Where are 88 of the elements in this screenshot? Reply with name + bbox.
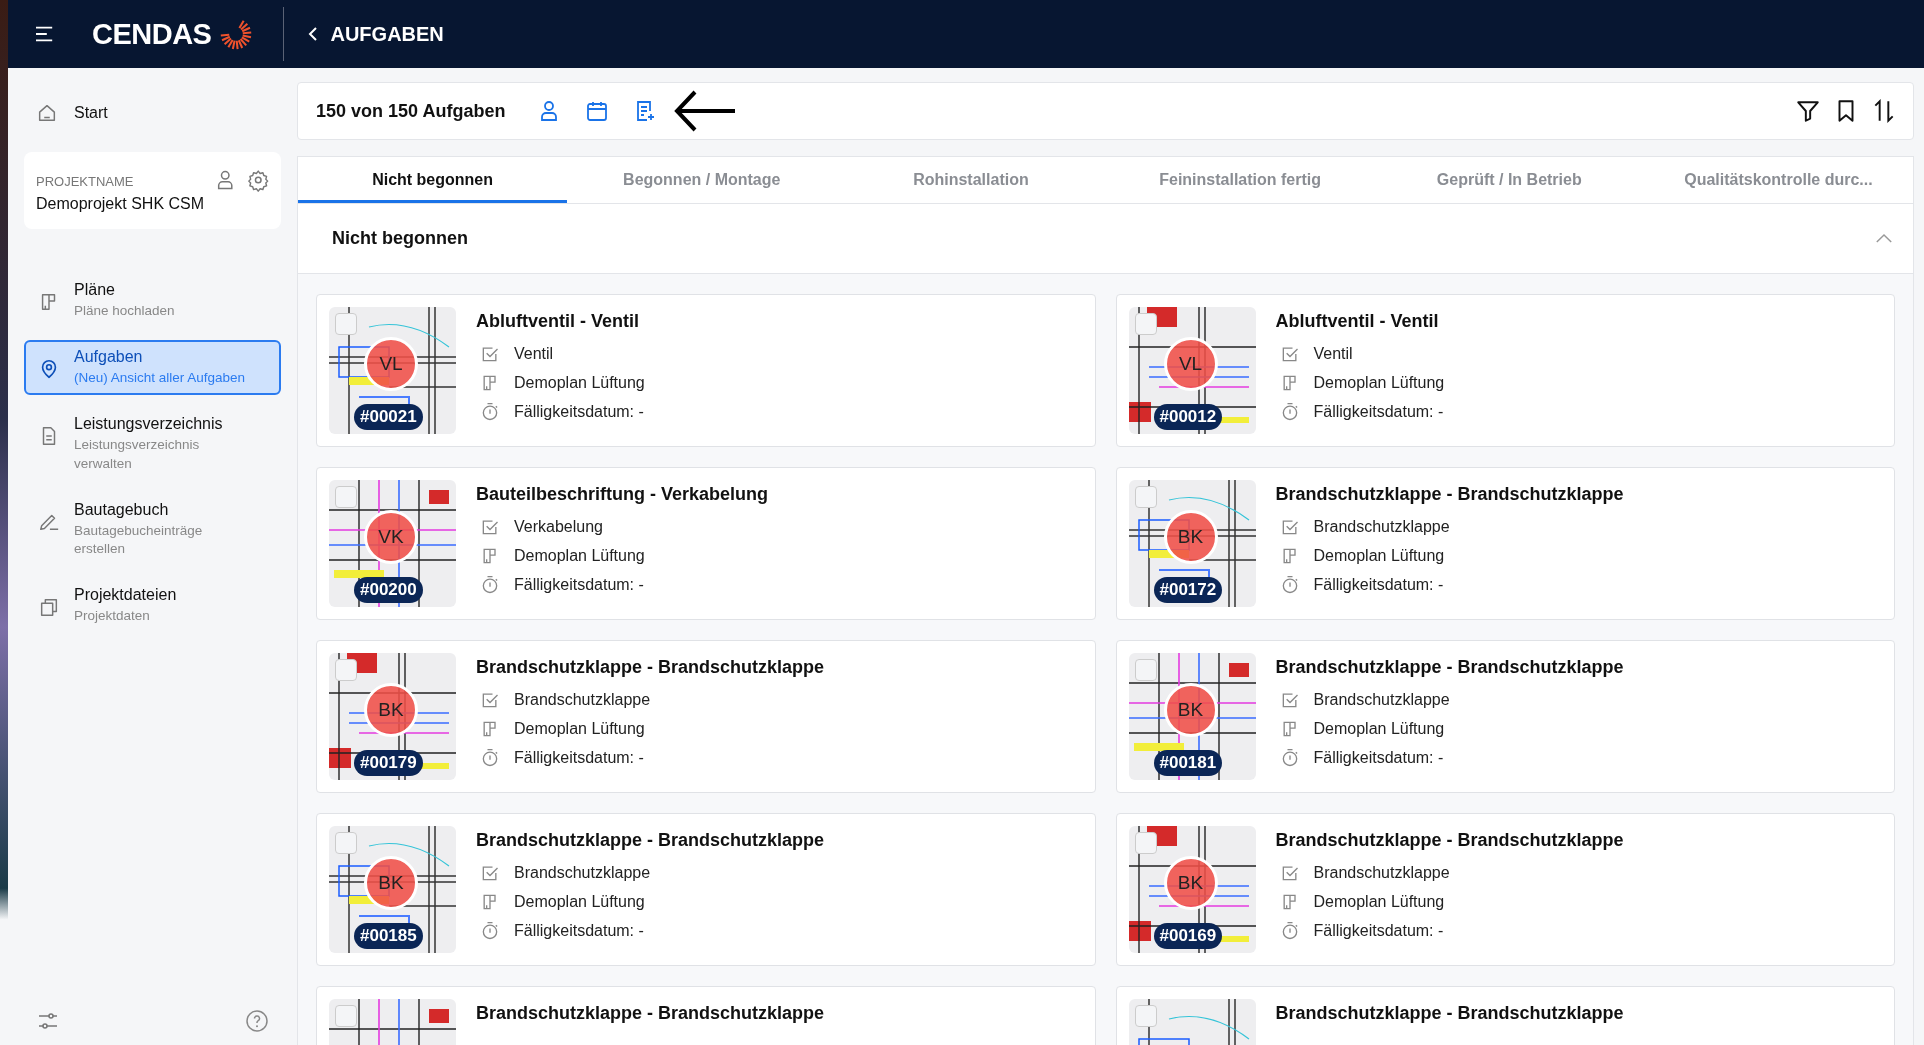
checkbox[interactable] bbox=[335, 832, 357, 854]
due-date: Fälligkeitsdatum: - bbox=[1313, 576, 1444, 594]
checkbox[interactable] bbox=[1134, 313, 1157, 335]
timer-icon bbox=[480, 748, 500, 768]
timer-icon bbox=[480, 575, 500, 595]
due-date: Fälligkeitsdatum: - bbox=[1313, 922, 1444, 940]
calendar-icon[interactable] bbox=[585, 99, 610, 123]
nav-item[interactable]: Leistungsverzeichnis Leistungsverzeichnis verwalten bbox=[24, 407, 281, 481]
task-number: #00169 bbox=[1153, 923, 1223, 949]
plan-name: Demoplan Lüftung bbox=[514, 720, 645, 738]
back-button[interactable]: AUFGABEN bbox=[308, 22, 444, 46]
home-icon bbox=[36, 102, 58, 124]
nav-item[interactable]: Projektdateien Projektdaten bbox=[24, 578, 281, 634]
task-category: Brandschutzklappe bbox=[1313, 864, 1450, 882]
plan-name: Demoplan Lüftung bbox=[1313, 893, 1445, 911]
logo-text[interactable]: CENDAS bbox=[92, 17, 212, 51]
due-date: Fälligkeitsdatum: - bbox=[514, 749, 644, 767]
task-number: #00021 bbox=[354, 404, 423, 430]
task-title: Brandschutzklappe - Brandschutzklappe bbox=[1275, 484, 1624, 505]
start-nav-item[interactable]: Start bbox=[24, 92, 281, 134]
help-icon[interactable] bbox=[245, 1009, 269, 1033]
plan-name: Demoplan Lüftung bbox=[514, 893, 645, 911]
checkbox[interactable] bbox=[1134, 659, 1157, 681]
task-category: Brandschutzklappe bbox=[1313, 691, 1450, 709]
nav-item[interactable]: Aufgaben (Neu) Ansicht aller Aufgaben bbox=[24, 340, 281, 396]
arrow-icon bbox=[673, 89, 738, 133]
task-card[interactable]: BK #00172 Brandschutzklappe - Brandschutzklappe Brandschutzklappe Demoplan Lüftung Fälligkeitsdatum: - bbox=[1115, 467, 1895, 620]
task-card[interactable]: VK #00200 Bauteilbeschriftung - Verkabelung Verkabelung Demoplan Lüftung Fälligkeitsdatum: - bbox=[316, 467, 1096, 620]
task-category: Ventil bbox=[1313, 345, 1353, 363]
task-card[interactable]: VL #00021 Abluftventil - Ventil Ventil Demoplan Lüftung Fälligkeitsdatum: - bbox=[316, 294, 1096, 447]
checkbox[interactable] bbox=[335, 1005, 357, 1027]
task-title: Brandschutzklappe - Brandschutzklappe bbox=[1275, 657, 1624, 678]
task-card[interactable]: BK #00179 Brandschutzklappe - Brandschutzklappe Brandschutzklappe Demoplan Lüftung Fälligkeitsdatum: - bbox=[316, 640, 1096, 793]
filter-icon[interactable] bbox=[1795, 98, 1821, 124]
task-title: Abluftventil - Ventil bbox=[1275, 311, 1440, 332]
task-number: #00179 bbox=[354, 750, 423, 776]
timer-icon bbox=[480, 921, 500, 941]
task-title: Brandschutzklappe - Brandschutzklappe bbox=[476, 1003, 825, 1024]
checkbox[interactable] bbox=[1134, 1005, 1157, 1027]
task-number: #00012 bbox=[1153, 404, 1223, 430]
due-date: Fälligkeitsdatum: - bbox=[1313, 749, 1444, 767]
task-title: Brandschutzklappe - Brandschutzklappe bbox=[1275, 1003, 1624, 1024]
checkbox[interactable] bbox=[1134, 486, 1157, 508]
chevron-left-icon bbox=[308, 26, 319, 42]
project-label: PROJEKTNAME bbox=[36, 174, 135, 189]
section-title: Nicht begonnen bbox=[332, 228, 468, 249]
task-number: #00185 bbox=[354, 923, 423, 949]
task-number: #00200 bbox=[354, 577, 423, 603]
task-category: Brandschutzklappe bbox=[514, 864, 651, 882]
task-count: 150 von 150 Aufgaben bbox=[316, 100, 506, 122]
task-title: Brandschutzklappe - Brandschutzklappe bbox=[1275, 830, 1624, 851]
task-category: Brandschutzklappe bbox=[1313, 518, 1450, 536]
nav-item[interactable]: Bautagebuch Bautagebucheinträge erstellen bbox=[24, 492, 281, 567]
plan-name: Demoplan Lüftung bbox=[514, 374, 645, 392]
due-date: Fälligkeitsdatum: - bbox=[514, 922, 644, 940]
task-card[interactable]: Brandschutzklappe - Brandschutzklappe bbox=[316, 986, 1096, 1045]
task-number: #00172 bbox=[1153, 577, 1223, 603]
task-card[interactable]: BK #00185 Brandschutzklappe - Brandschutzklappe Brandschutzklappe Demoplan Lüftung Fälligkeitsdatum: - bbox=[316, 813, 1096, 966]
files-icon bbox=[38, 596, 60, 619]
checkbox[interactable] bbox=[335, 486, 357, 508]
section-header[interactable]: Nicht begonnen bbox=[298, 204, 1913, 274]
task-title: Brandschutzklappe - Brandschutzklappe bbox=[476, 830, 825, 851]
checkbox[interactable] bbox=[1134, 832, 1157, 854]
task-title: Abluftventil - Ventil bbox=[476, 311, 640, 332]
plan-name: Demoplan Lüftung bbox=[1313, 720, 1445, 738]
plan-name: Demoplan Lüftung bbox=[1313, 547, 1445, 565]
due-date: Fälligkeitsdatum: - bbox=[514, 403, 644, 421]
checkbox[interactable] bbox=[335, 659, 357, 681]
timer-icon bbox=[480, 402, 500, 422]
task-category: Brandschutzklappe bbox=[514, 691, 651, 709]
task-card[interactable]: BK #00181 Brandschutzklappe - Brandschutzklappe Brandschutzklappe Demoplan Lüftung Fälligkeitsdatum: - bbox=[1115, 640, 1895, 793]
project-name: Demoprojekt SHK CSM bbox=[36, 195, 205, 213]
due-date: Fälligkeitsdatum: - bbox=[514, 576, 644, 594]
task-title: Brandschutzklappe - Brandschutzklappe bbox=[476, 657, 825, 678]
chevron-up-icon[interactable] bbox=[1875, 233, 1893, 244]
task-card[interactable]: VL #00012 Abluftventil - Ventil Ventil Demoplan Lüftung Fälligkeitsdatum: - bbox=[1115, 294, 1895, 447]
due-date: Fälligkeitsdatum: - bbox=[1313, 403, 1444, 421]
task-title: Bauteilbeschriftung - Verkabelung bbox=[476, 484, 769, 505]
nav-item[interactable]: Pläne Pläne hochladen bbox=[24, 273, 281, 329]
plan-name: Demoplan Lüftung bbox=[514, 547, 645, 565]
settings-icon[interactable] bbox=[246, 168, 269, 192]
task-number: #00181 bbox=[1153, 750, 1223, 776]
task-card[interactable]: BK #00169 Brandschutzklappe - Brandschutzklappe Brandschutzklappe Demoplan Lüftung Fälligkeitsdatum: - bbox=[1115, 813, 1895, 966]
task-category: Verkabelung bbox=[514, 518, 603, 536]
task-card[interactable]: Brandschutzklappe - Brandschutzklappe bbox=[1115, 986, 1895, 1045]
task-category: Ventil bbox=[514, 345, 554, 363]
checkbox[interactable] bbox=[335, 313, 357, 335]
plan-name: Demoplan Lüftung bbox=[1313, 374, 1445, 392]
